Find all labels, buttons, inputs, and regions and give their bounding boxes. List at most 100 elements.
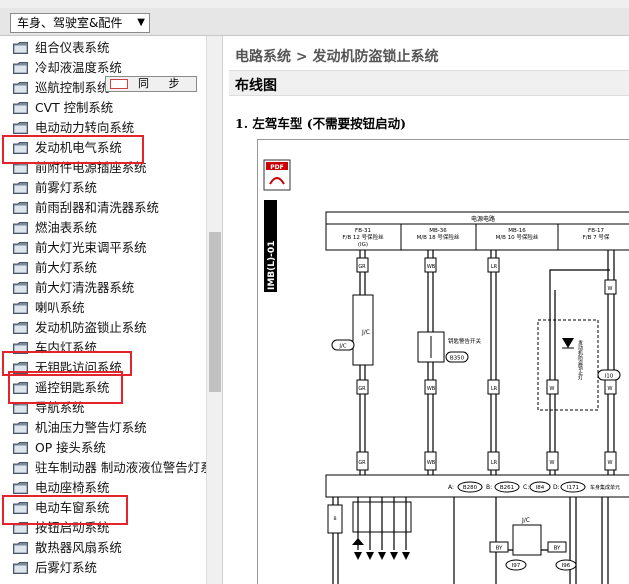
tree-item[interactable]: 燃油表系统 (0, 218, 206, 238)
tree-item[interactable]: CVT 控制系统 (0, 98, 206, 118)
highlight-box-power-window (2, 495, 128, 525)
svg-text:LR: LR (491, 264, 498, 270)
fuse-label: F/B 7 号保 (583, 233, 610, 241)
fuse-label: (IG) (358, 242, 368, 248)
tree-item[interactable]: OP 接头系统 (0, 438, 206, 458)
folder-icon (13, 222, 28, 234)
tree-item[interactable]: 前大灯光束调平系统 (0, 238, 206, 258)
key-warning-switch: 钥匙警告开关 B350 (417, 331, 482, 363)
folder-icon (13, 542, 28, 554)
lower-junction: J/C BY BY I97 I96 (489, 517, 577, 571)
page-code-label: IMB(L)-01 (267, 241, 277, 290)
tree-item-label: 前雨刮器和清洗器系统 (35, 200, 159, 215)
svg-text:B280: B280 (463, 485, 478, 491)
tree-item-label: 散热器风扇系统 (35, 540, 122, 555)
section-title: 布线图 (235, 78, 277, 94)
wiring-diagram-frame: PDF IMB(L)-01 电源电路 FB-31 F/B 12 号保险丝 (IG) M… (257, 139, 629, 584)
svg-text:I96: I96 (562, 563, 571, 569)
tree-item[interactable]: 冷却液温度系统 (0, 58, 206, 78)
tree-item-label: 燃油表系统 (35, 220, 97, 235)
folder-icon (13, 442, 28, 454)
category-dropdown[interactable]: 车身、驾驶室&配件 ▼ (10, 13, 150, 33)
jc-label: J/C (361, 329, 370, 336)
fuse-box-label: 电源电路 (471, 215, 495, 223)
svg-text:B261: B261 (500, 485, 514, 491)
svg-text:LR: LR (491, 386, 498, 392)
folder-icon (13, 82, 28, 94)
folder-icon (13, 482, 28, 494)
folder-icon (13, 422, 28, 434)
tree-item-label: 驻车制动器 制动液液位警告灯系统 (35, 460, 206, 475)
tree-item[interactable]: 后雾灯系统 (0, 558, 206, 578)
svg-text:B: B (333, 516, 336, 522)
svg-text:WB: WB (427, 460, 436, 466)
folder-icon (13, 562, 28, 574)
tree-item[interactable]: 驻车制动器 制动液液位警告灯系统 (0, 458, 206, 478)
tree-item-label: 冷却液温度系统 (35, 60, 122, 75)
tree-item[interactable]: 前雨刮器和清洗器系统 (0, 198, 206, 218)
subheading: 1. 左驾车型 (不需要按钮启动) (235, 116, 407, 131)
svg-text:W: W (550, 386, 555, 392)
fuse-label: MB-36 (429, 228, 447, 234)
junction-connector: J/C J/C (331, 294, 374, 366)
svg-text:W: W (608, 386, 613, 392)
immobilizer-lamp-label: 发动机防盗锁止灯 (577, 339, 583, 381)
tree-item-label: 前雾灯系统 (35, 180, 97, 195)
breadcrumb: 电路系统 > 发动机防盗锁止系统 (235, 49, 439, 65)
folder-icon (13, 62, 28, 74)
section-header: 布线图 (229, 70, 629, 96)
svg-text:I97: I97 (512, 563, 521, 569)
top-toolbar: 车身、驾驶室&配件 ▼ (0, 0, 629, 36)
svg-text:I171: I171 (567, 485, 579, 491)
tree-item-label: 发动机防盗锁止系统 (35, 320, 147, 335)
svg-text:GR: GR (358, 386, 366, 392)
fuse-label: FB-31 (355, 228, 371, 234)
tree-item-label: 前大灯光束调平系统 (35, 240, 147, 255)
tree-item-label: 巡航控制系统 (35, 80, 110, 95)
svg-text:J/C: J/C (521, 517, 530, 524)
navigation-pane: 组合仪表系统 冷却液温度系统 巡航控制系统 CVT 控制系统 电动动力转向系统 发动机电气… (0, 36, 222, 584)
app-window: 车身、驾驶室&配件 ▼ 组合仪表系统 冷却液温度系统 巡航控制系统 CVT 控制系统电… (0, 0, 629, 584)
key-switch-connector-id: B350 (450, 356, 465, 362)
folder-icon (13, 322, 28, 334)
tree-item[interactable]: 机油压力警告灯系统 (0, 418, 206, 438)
svg-text:GR: GR (358, 264, 366, 270)
svg-text:B:: B: (486, 484, 492, 491)
fuse-label: MB-16 (508, 228, 526, 234)
tree-item[interactable]: 散热器风扇系统 (0, 538, 206, 558)
tree-scrollbar[interactable] (206, 36, 222, 584)
tree-item[interactable]: 组合仪表系统 (0, 38, 206, 58)
tree-item-label: 前大灯清洗器系统 (35, 280, 135, 295)
highlight-box-engine-electrical (2, 135, 144, 164)
tree-item-label: 机油压力警告灯系统 (35, 420, 147, 435)
svg-text:BY: BY (554, 546, 561, 552)
svg-text:W: W (608, 460, 613, 466)
pdf-icon[interactable]: PDF (263, 159, 291, 191)
folder-icon (13, 282, 28, 294)
svg-text:LR: LR (491, 460, 498, 466)
tree-item-label: 喇叭系统 (35, 300, 85, 315)
scrollbar-thumb[interactable] (209, 232, 221, 392)
folder-icon (13, 462, 28, 474)
tree-item[interactable]: 前大灯清洗器系统 (0, 278, 206, 298)
toolbar-band (0, 0, 629, 8)
tree-item-label: 后雾灯系统 (35, 560, 97, 575)
tree-item[interactable]: 前大灯系统 (0, 258, 206, 278)
folder-icon (13, 262, 28, 274)
tree-item[interactable]: 前雾灯系统 (0, 178, 206, 198)
tree-item-label: 组合仪表系统 (35, 40, 110, 55)
sync-button[interactable]: 同 步 (105, 76, 197, 92)
jc-id: J/C (338, 344, 346, 350)
category-dropdown-value: 车身、驾驶室&配件 (17, 16, 123, 30)
tree-item[interactable]: 发动机防盗锁止系统 (0, 318, 206, 338)
folder-icon (13, 202, 28, 214)
key-warning-switch-label: 钥匙警告开关 (448, 337, 482, 345)
chevron-down-icon: ▼ (137, 17, 145, 28)
svg-text:WB: WB (427, 264, 436, 270)
svg-text:WB: WB (427, 386, 436, 392)
svg-text:C:: C: (523, 484, 529, 491)
fuse-label: M/B 10 号保险丝 (496, 233, 539, 241)
fuse-label: F/B 12 号保险丝 (342, 233, 384, 241)
tree-item[interactable]: 喇叭系统 (0, 298, 206, 318)
svg-text:车身集成单元: 车身集成单元 (590, 484, 620, 491)
